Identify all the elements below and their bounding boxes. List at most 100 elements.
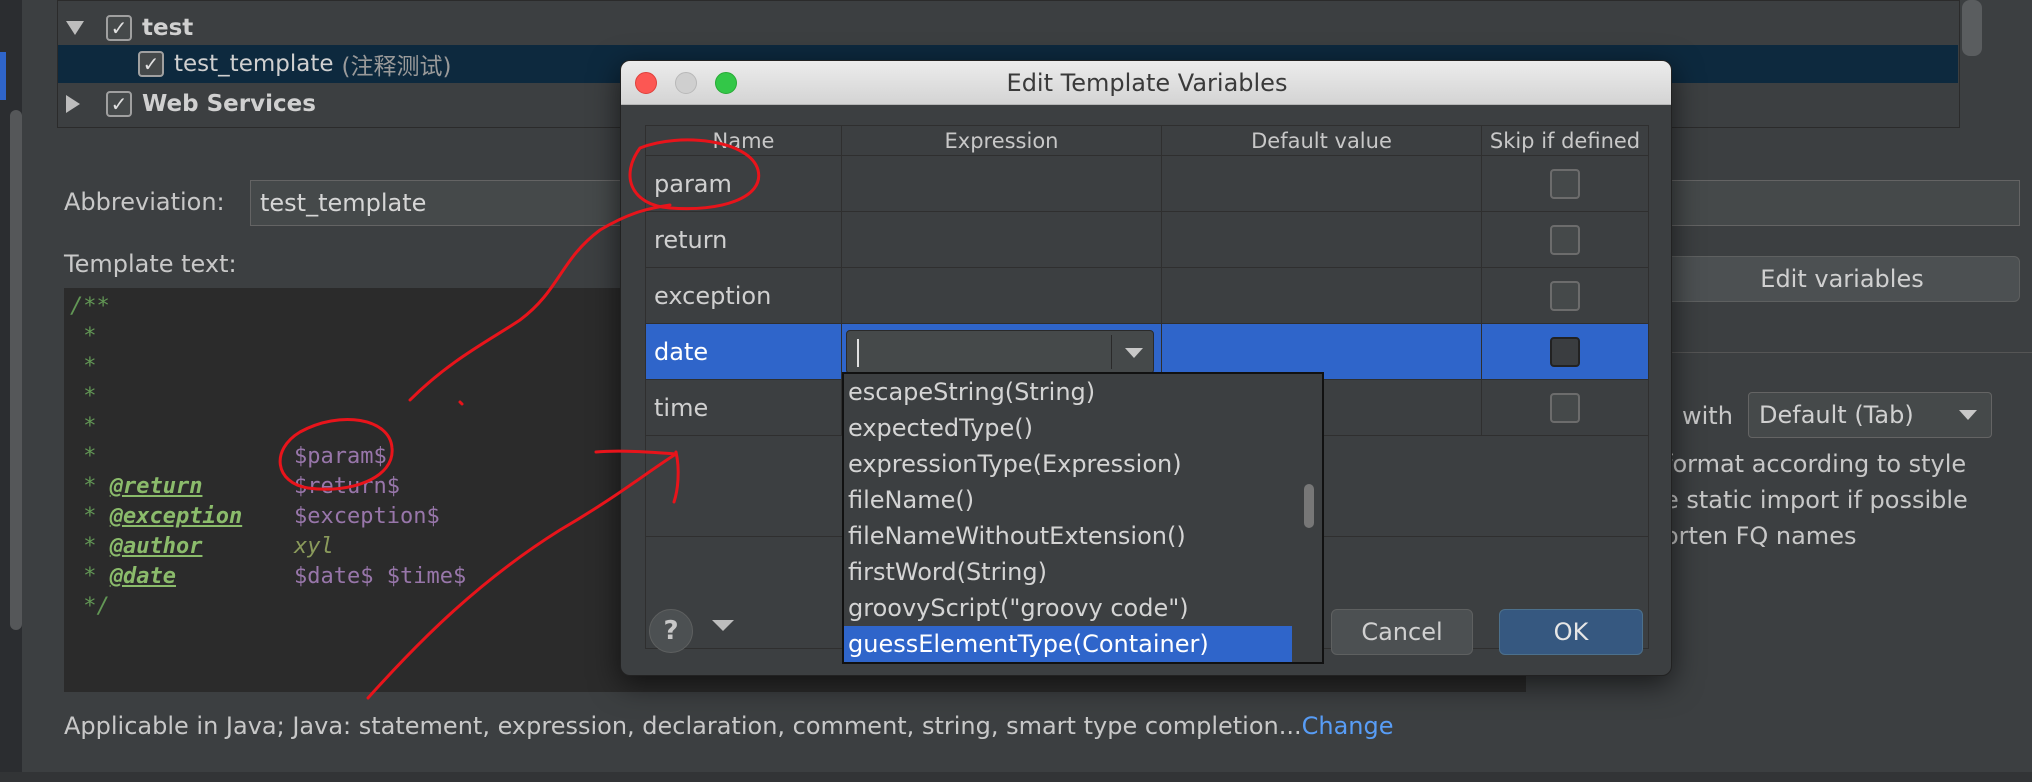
code-tag: @return (109, 474, 203, 499)
cell-skip (1482, 212, 1648, 267)
combo-separator (1111, 335, 1112, 369)
text-cursor (857, 339, 859, 367)
completion-item[interactable]: firstWord(String) (844, 554, 1292, 590)
column-header-name[interactable]: Name (646, 126, 842, 156)
expression-combo-input[interactable] (846, 330, 1154, 374)
applicable-context: Applicable in Java; Java: statement, exp… (64, 712, 1394, 740)
cell-default-value[interactable] (1162, 324, 1482, 379)
abbreviation-label: Abbreviation: (64, 188, 225, 216)
code-line: * @author xyl (70, 534, 334, 559)
completion-item[interactable]: expressionType(Expression) (844, 446, 1292, 482)
chevron-right-icon[interactable] (66, 95, 80, 113)
cell-default-value[interactable] (1162, 212, 1482, 267)
skip-if-defined-checkbox[interactable] (1550, 280, 1580, 311)
expand-with-select[interactable]: Default (Tab) (1748, 392, 1992, 438)
cell-name: return (646, 212, 842, 267)
code-line: * (70, 414, 97, 439)
code-variable: $exception$ (294, 504, 440, 529)
tree-scrollbar[interactable] (1962, 0, 1982, 56)
code-value: xyl (294, 534, 334, 559)
completion-item[interactable]: escapeString(String) (844, 374, 1292, 410)
code-line: * $param$ (70, 444, 387, 469)
template-text-label: Template text: (64, 250, 237, 278)
change-context-link[interactable]: Change (1302, 712, 1394, 740)
code-tag: @date (109, 564, 176, 589)
tree-item-label: Web Services (142, 91, 316, 117)
gutter-selection-marker (0, 52, 6, 100)
help-button[interactable]: ? (649, 609, 693, 653)
table-row[interactable]: exception (646, 268, 1648, 324)
code-line: * @exception $exception$ (70, 504, 440, 529)
applicable-text: Applicable in Java; Java: statement, exp… (64, 712, 1302, 740)
cell-expression[interactable] (842, 156, 1162, 211)
code-variable: $param$ (294, 444, 387, 469)
code-line: /** (70, 294, 110, 319)
dialog-title: Edit Template Variables (1006, 69, 1288, 97)
ok-button[interactable]: OK (1499, 609, 1643, 655)
completion-scrollbar[interactable] (1298, 374, 1322, 662)
code-tag: @exception (109, 504, 243, 529)
move-down-icon[interactable] (712, 620, 734, 631)
cell-default-value[interactable] (1162, 156, 1482, 211)
option-reformat[interactable]: format according to style (1664, 450, 1966, 478)
completion-item[interactable]: fileName() (844, 482, 1292, 518)
code-line: * (70, 354, 97, 379)
skip-if-defined-checkbox[interactable] (1550, 168, 1580, 199)
completion-item-selected[interactable]: guessElementType(Container) (844, 626, 1292, 662)
left-scrollbar[interactable] (10, 110, 22, 630)
option-static-import[interactable]: e static import if possible (1664, 486, 1968, 514)
skip-if-defined-checkbox[interactable] (1550, 392, 1580, 423)
tree-item-label: test_template (174, 51, 334, 77)
cell-expression[interactable] (842, 268, 1162, 323)
bottom-strip (0, 772, 2032, 782)
chevron-down-icon[interactable] (1125, 348, 1143, 358)
table-row[interactable]: return (646, 212, 1648, 268)
code-variable: $date$ $time$ (294, 564, 467, 589)
code-tag: @author (109, 534, 203, 559)
options-divider (1664, 352, 2032, 353)
completion-item[interactable]: expectedType() (844, 410, 1292, 446)
expression-completion-popup: escapeString(String) expectedType() expr… (842, 372, 1324, 664)
cell-expression (842, 324, 1162, 379)
tree-checkbox[interactable]: ✓ (138, 51, 164, 77)
skip-if-defined-checkbox[interactable] (1550, 224, 1580, 255)
chevron-down-icon (1959, 410, 1977, 420)
code-line: * @date $date$ $time$ (70, 564, 467, 589)
code-line: * @return $return$ (70, 474, 400, 499)
cell-default-value[interactable] (1162, 268, 1482, 323)
completion-item[interactable]: groovyScript("groovy code") (844, 590, 1292, 626)
cell-name: time (646, 380, 842, 435)
code-variable: $return$ (294, 474, 400, 499)
table-row[interactable]: param (646, 156, 1648, 212)
tree-checkbox[interactable]: ✓ (106, 15, 132, 41)
cell-skip (1482, 324, 1648, 379)
skip-if-defined-checkbox[interactable] (1550, 336, 1580, 367)
completion-scroll-thumb[interactable] (1304, 484, 1314, 528)
code-line: * (70, 324, 97, 349)
column-header-skip-if-defined[interactable]: Skip if defined (1482, 126, 1648, 156)
cell-skip (1482, 268, 1648, 323)
expand-with-label: with (1682, 402, 1733, 430)
cell-skip (1482, 156, 1648, 211)
column-header-expression[interactable]: Expression (842, 126, 1162, 156)
tree-checkbox[interactable]: ✓ (106, 91, 132, 117)
option-shorten-fq[interactable]: orten FQ names (1664, 522, 1856, 550)
tree-item-label: test (142, 15, 194, 41)
expand-with-value: Default (Tab) (1759, 401, 1914, 429)
tree-item-description: (注释测试) (341, 54, 452, 80)
cell-name: exception (646, 268, 842, 323)
cancel-button[interactable]: Cancel (1331, 609, 1473, 655)
edit-variables-button[interactable]: Edit variables (1664, 256, 2020, 302)
cell-expression[interactable] (842, 212, 1162, 267)
code-line: * (70, 384, 97, 409)
code-line: */ (70, 594, 110, 619)
completion-item[interactable]: fileNameWithoutExtension() (844, 518, 1292, 554)
abbreviation-value: test_template (260, 189, 427, 217)
cell-name: param (646, 156, 842, 211)
cell-skip (1482, 380, 1648, 435)
cell-name: date (646, 324, 842, 379)
column-header-default-value[interactable]: Default value (1162, 126, 1482, 156)
tree-item-web-services[interactable]: ✓ Web Services (66, 85, 316, 123)
chevron-down-icon[interactable] (66, 21, 84, 35)
tree-item-test[interactable]: ✓ test (66, 9, 193, 47)
